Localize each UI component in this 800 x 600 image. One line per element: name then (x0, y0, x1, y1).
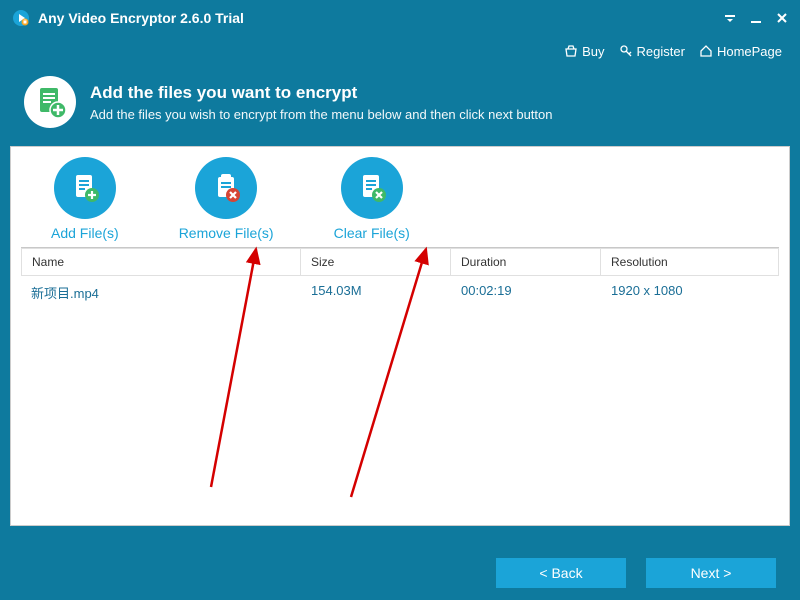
basket-icon (564, 44, 578, 58)
col-duration[interactable]: Duration (451, 248, 601, 276)
col-name[interactable]: Name (21, 248, 301, 276)
remove-file-icon (195, 157, 257, 219)
cell-size: 154.03M (301, 277, 451, 308)
key-icon (619, 44, 633, 58)
remove-files-label: Remove File(s) (179, 225, 274, 241)
window-controls (724, 12, 788, 24)
minimize-icon[interactable] (750, 12, 762, 24)
header-icon (24, 76, 76, 128)
app-title: Any Video Encryptor 2.6.0 Trial (38, 10, 724, 26)
dropdown-icon[interactable] (724, 12, 736, 24)
cell-name: 新项目.mp4 (21, 277, 301, 308)
add-files-button[interactable]: Add File(s) (51, 157, 119, 241)
add-file-icon (54, 157, 116, 219)
clear-files-label: Clear File(s) (334, 225, 410, 241)
home-icon (699, 44, 713, 58)
register-label: Register (637, 44, 685, 59)
file-table: Name Size Duration Resolution 新项目.mp4 15… (21, 247, 779, 309)
back-button[interactable]: < Back (496, 558, 626, 588)
next-button[interactable]: Next > (646, 558, 776, 588)
top-toolbar: Buy Register HomePage (0, 36, 800, 66)
page-subtitle: Add the files you wish to encrypt from t… (90, 107, 552, 122)
add-files-label: Add File(s) (51, 225, 119, 241)
register-link[interactable]: Register (619, 44, 685, 59)
close-icon[interactable] (776, 12, 788, 24)
cell-duration: 00:02:19 (451, 277, 601, 308)
clear-file-icon (341, 157, 403, 219)
homepage-label: HomePage (717, 44, 782, 59)
main-panel: Add File(s) Remove File(s) Clear File(s)… (10, 146, 790, 526)
table-header: Name Size Duration Resolution (21, 248, 779, 277)
col-resolution[interactable]: Resolution (601, 248, 779, 276)
action-bar: Add File(s) Remove File(s) Clear File(s) (11, 147, 789, 247)
table-row[interactable]: 新项目.mp4 154.03M 00:02:19 1920 x 1080 (21, 277, 779, 309)
app-icon (12, 9, 30, 27)
header-text: Add the files you want to encrypt Add th… (90, 83, 552, 122)
homepage-link[interactable]: HomePage (699, 44, 782, 59)
remove-files-button[interactable]: Remove File(s) (179, 157, 274, 241)
clear-files-button[interactable]: Clear File(s) (334, 157, 410, 241)
page-title: Add the files you want to encrypt (90, 83, 552, 103)
buy-link[interactable]: Buy (564, 44, 604, 59)
footer-nav: < Back Next > (496, 558, 776, 588)
page-header: Add the files you want to encrypt Add th… (0, 66, 800, 146)
col-size[interactable]: Size (301, 248, 451, 276)
cell-resolution: 1920 x 1080 (601, 277, 779, 308)
buy-label: Buy (582, 44, 604, 59)
titlebar: Any Video Encryptor 2.6.0 Trial (0, 0, 800, 36)
